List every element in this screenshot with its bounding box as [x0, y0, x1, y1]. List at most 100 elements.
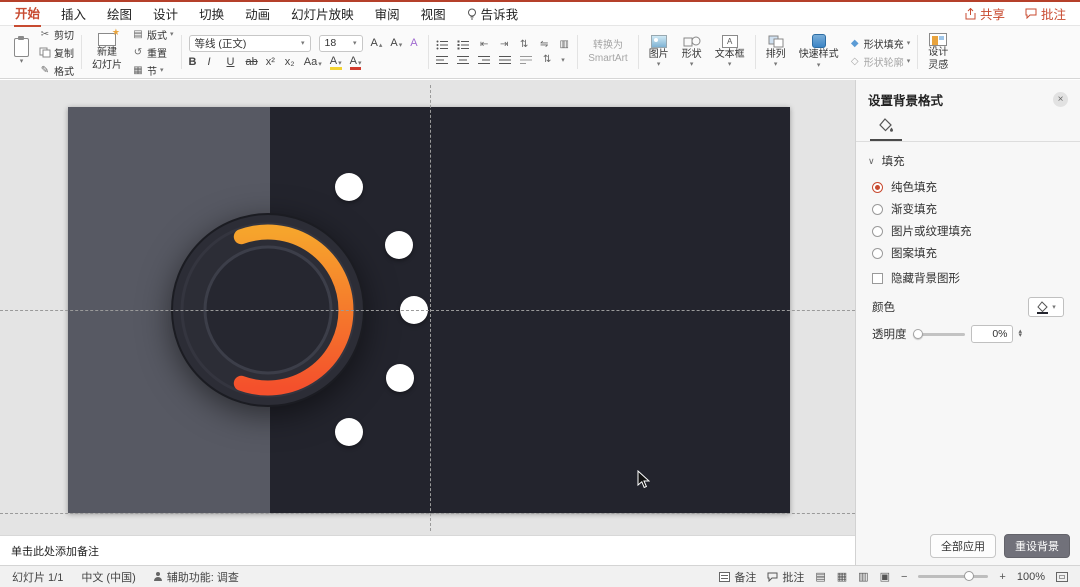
normal-view-button[interactable]: ▤	[815, 570, 825, 583]
subscript-button[interactable]: x₂	[285, 57, 296, 68]
zoom-in-button[interactable]: +	[999, 571, 1005, 583]
hide-background-checkbox[interactable]: 隐藏背景图形	[856, 264, 1080, 289]
menu-transitions[interactable]: 切换	[198, 1, 225, 26]
line-spacing-icon[interactable]: ⇅	[518, 39, 530, 50]
textbox-button[interactable]: A 文本框 ▾	[712, 34, 748, 71]
increase-indent-icon[interactable]: ⇥	[498, 39, 510, 50]
menu-insert[interactable]: 插入	[60, 1, 87, 26]
color-picker-button[interactable]: ▾	[1028, 297, 1064, 317]
design-ideas-button[interactable]: 设计 灵感	[925, 32, 951, 72]
format-painter-button[interactable]: ✎ 格式	[39, 63, 74, 78]
numbering-icon[interactable]	[457, 40, 470, 50]
shape-fill-button[interactable]: ◆ 形状填充 ▾	[849, 36, 910, 51]
align-right-icon[interactable]	[478, 55, 491, 65]
notes-toggle-button[interactable]: 备注	[719, 569, 756, 585]
panel-close-button[interactable]: ×	[1053, 92, 1068, 107]
paragraph-more-caret-icon[interactable]: ▾	[561, 56, 565, 64]
arrange-button[interactable]: 排列 ▾	[763, 34, 789, 71]
paste-button[interactable]: ▾	[11, 35, 32, 67]
panel-tabs	[856, 113, 1080, 142]
picture-caret-icon: ▾	[656, 61, 661, 69]
notes-area[interactable]: 单击此处添加备注	[0, 535, 855, 565]
strikethrough-button[interactable]: ab	[246, 57, 258, 68]
apply-all-button[interactable]: 全部应用	[930, 534, 996, 558]
change-case-button[interactable]: Aa ▾	[304, 57, 322, 69]
distribute-icon[interactable]	[520, 55, 533, 65]
fill-section-header[interactable]: ∨ 填充	[856, 142, 1080, 176]
bold-button[interactable]: B	[189, 57, 200, 68]
menu-view[interactable]: 视图	[420, 1, 447, 26]
text-highlight-button[interactable]: A ▾	[329, 55, 342, 70]
font-group: 等线 (正文) ▾ 18 ▾ A ▴ A ▾ A B I U ab x² x₂ …	[182, 28, 429, 76]
color-label: 颜色	[872, 302, 895, 314]
underline-button[interactable]: U	[227, 57, 238, 68]
menu-tell-me[interactable]: 告诉我	[466, 1, 520, 26]
clear-formatting-button[interactable]: A	[410, 37, 421, 49]
white-dot-shape[interactable]	[335, 173, 363, 201]
transparency-slider-thumb[interactable]	[912, 328, 923, 339]
font-size-combo[interactable]: 18 ▾	[318, 34, 363, 52]
zoom-out-button[interactable]: −	[901, 571, 907, 583]
white-dot-shape[interactable]	[386, 364, 414, 392]
font-name-combo[interactable]: 等线 (正文) ▾	[188, 34, 311, 52]
decrease-indent-icon[interactable]: ⇤	[478, 39, 490, 50]
transparency-input[interactable]: 0%	[970, 325, 1013, 343]
statusbar: 幻灯片 1/1 中文 (中国) 辅助功能: 调查 备注 批注 ▤ ▦ ▥ ▣ −…	[0, 565, 1080, 587]
shapes-button[interactable]: 形状 ▾	[679, 34, 705, 71]
justify-icon[interactable]	[499, 55, 512, 65]
bullets-icon[interactable]	[436, 40, 449, 50]
powerpoint-window: 开始 插入 绘图 设计 切换 动画 幻灯片放映 审阅 视图 告诉我 共享 批注	[0, 0, 1080, 587]
picture-button[interactable]: 图片 ▾	[646, 34, 672, 71]
white-dot-shape[interactable]	[335, 418, 363, 446]
language-indicator[interactable]: 中文 (中国)	[81, 569, 135, 585]
font-color-button[interactable]: A ▾	[349, 55, 362, 70]
shape-outline-button[interactable]: ◇ 形状轮廓 ▾	[849, 54, 910, 69]
fit-to-window-button[interactable]	[1056, 571, 1068, 582]
align-center-icon[interactable]	[457, 55, 470, 65]
fill-tab[interactable]	[870, 113, 902, 141]
format-background-panel: 设置背景格式 × ∨ 填充 纯色填充 渐变填充 图片或纹理填充 图案填充 隐藏背…	[855, 80, 1080, 565]
white-dot-shape[interactable]	[385, 231, 413, 259]
slide-sorter-view-button[interactable]: ▦	[837, 570, 847, 583]
menu-animations[interactable]: 动画	[244, 1, 271, 26]
zoom-slider[interactable]	[918, 571, 989, 581]
reset-background-button[interactable]: 重设背景	[1004, 534, 1070, 558]
menu-home[interactable]: 开始	[14, 0, 42, 27]
menu-draw[interactable]: 绘图	[106, 1, 133, 26]
fill-option-solid[interactable]: 纯色填充	[856, 176, 1080, 198]
accessibility-status[interactable]: 辅助功能: 调查	[154, 569, 239, 585]
menu-slideshow[interactable]: 幻灯片放映	[290, 1, 355, 26]
align-left-icon[interactable]	[436, 55, 449, 65]
fill-option-gradient[interactable]: 渐变填充	[856, 198, 1080, 220]
increase-font-button[interactable]: A ▴	[371, 37, 383, 49]
align-text-icon[interactable]: ⇅	[541, 54, 553, 65]
fill-option-pattern[interactable]: 图案填充	[856, 242, 1080, 264]
smartart-label-1: 转换为	[592, 40, 623, 51]
cut-button[interactable]: ✂ 剪切	[39, 27, 74, 42]
menu-review[interactable]: 审阅	[374, 1, 401, 26]
superscript-button[interactable]: x²	[266, 57, 277, 68]
reading-view-button[interactable]: ▥	[858, 570, 868, 583]
reset-button[interactable]: ↺ 重置	[132, 45, 174, 60]
transparency-stepper[interactable]: ▴ ▾	[1019, 328, 1023, 339]
zoom-slider-thumb[interactable]	[964, 571, 975, 581]
fill-option-picture[interactable]: 图片或纹理填充	[856, 220, 1080, 242]
comments-button[interactable]: 批注	[1025, 4, 1066, 23]
section-button[interactable]: ▦ 节 ▾	[132, 63, 174, 78]
new-slide-button[interactable]: ★ 新建 幻灯片	[89, 27, 125, 72]
decrease-font-button[interactable]: A ▾	[390, 37, 402, 49]
textbox-caret-icon: ▾	[727, 61, 732, 69]
zoom-level[interactable]: 100%	[1017, 571, 1045, 583]
layout-button[interactable]: ▤ 版式 ▾	[132, 27, 173, 42]
comments-toggle-button[interactable]: 批注	[767, 569, 804, 585]
share-button[interactable]: 共享	[965, 4, 1005, 23]
copy-button[interactable]: 复制	[39, 45, 74, 60]
slideshow-view-button[interactable]: ▣	[880, 570, 890, 583]
transparency-slider[interactable]	[912, 328, 965, 339]
text-direction-icon[interactable]: ⇋	[538, 39, 550, 50]
columns-icon[interactable]: ▥	[558, 39, 570, 50]
quick-styles-button[interactable]: 快速样式 ▾	[796, 33, 842, 71]
convert-to-smartart-button[interactable]: 转换为 SmartArt	[585, 39, 630, 65]
menu-design[interactable]: 设计	[152, 1, 179, 26]
italic-button[interactable]: I	[208, 57, 219, 68]
